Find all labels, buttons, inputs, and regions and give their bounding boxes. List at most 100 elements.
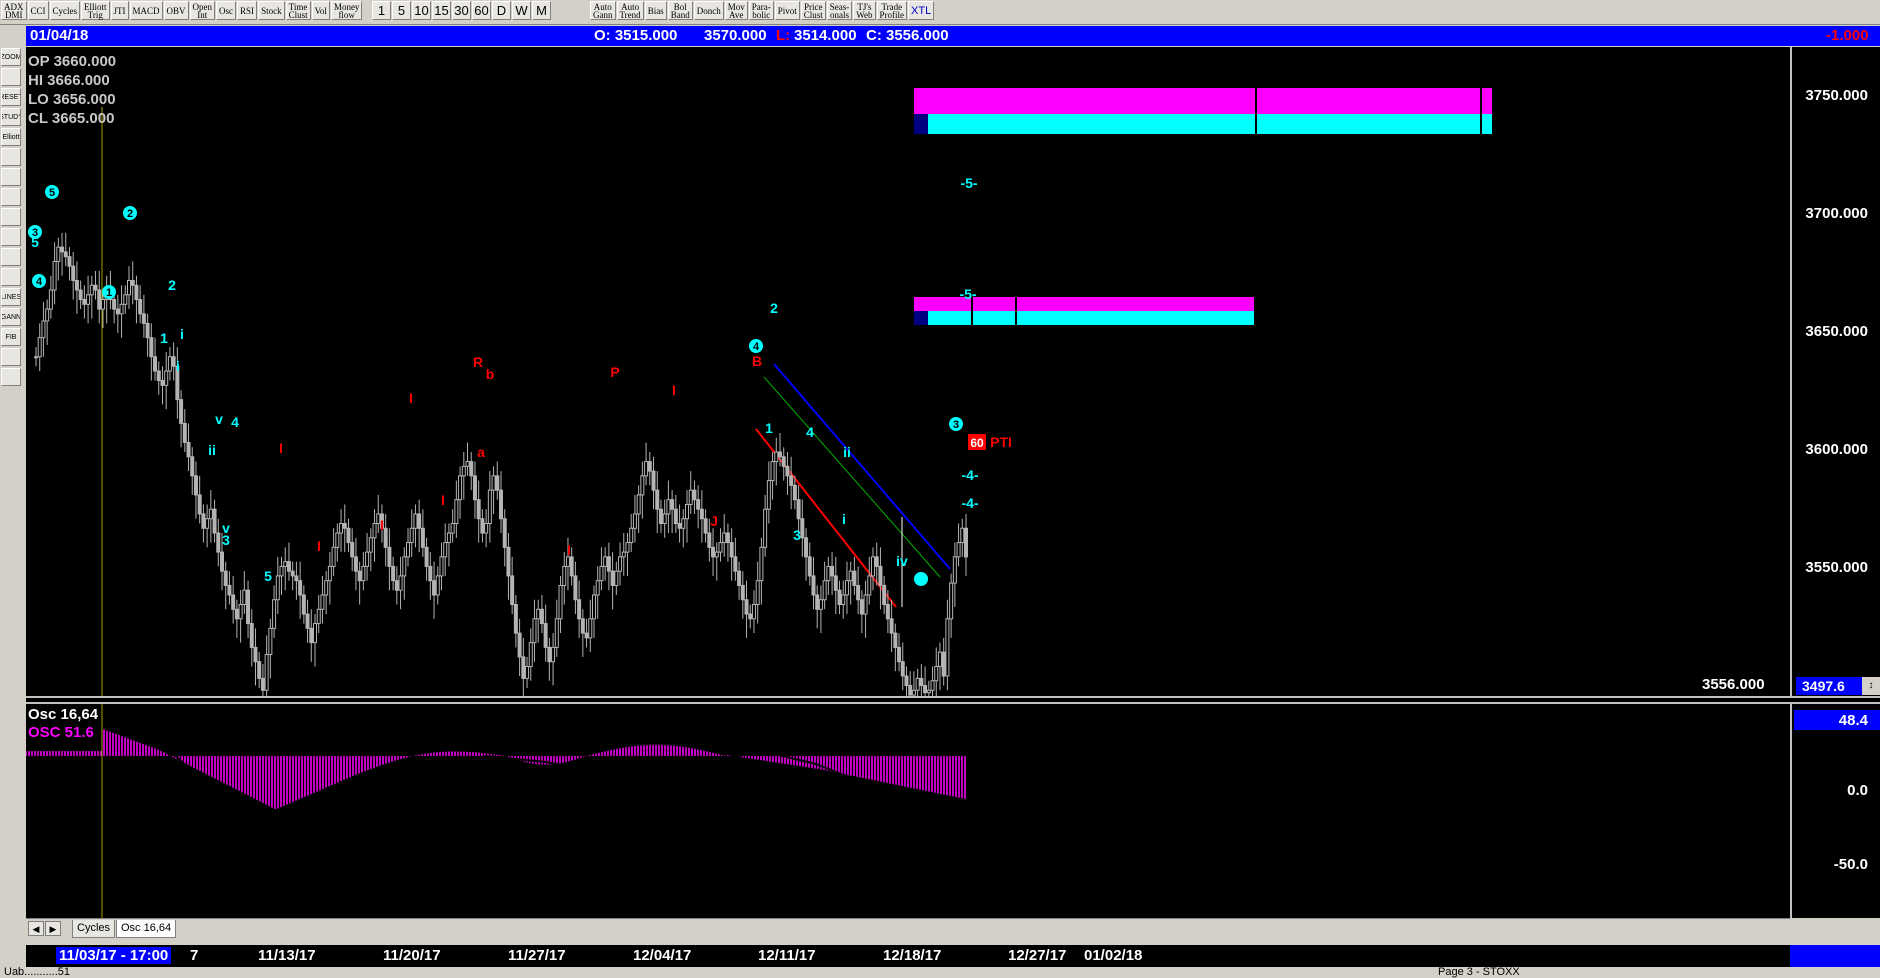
candle-body: [275, 575, 280, 601]
candle-body: [227, 584, 232, 596]
toolbar-button-cycles[interactable]: Cycles: [49, 1, 81, 20]
drawing-tool-button[interactable]: ZOOM: [1, 48, 21, 66]
wave-label-cyan: 3: [793, 527, 801, 543]
candle-body: [599, 565, 604, 582]
drawing-tool-button[interactable]: [1, 348, 21, 366]
toolbar-button-autotrend[interactable]: Auto Trend: [616, 1, 644, 20]
drawing-tool-button[interactable]: [1, 248, 21, 266]
tab-cycles[interactable]: Cycles: [72, 920, 116, 938]
toolbar-button-donch[interactable]: Donch: [693, 1, 724, 20]
toolbar-button-elliotttrig[interactable]: Elliott Trig: [81, 1, 110, 20]
toolbar-button-tjsweb[interactable]: TJ's Web: [853, 1, 876, 20]
drawing-tool-button[interactable]: STUDY: [1, 108, 21, 126]
candle-body: [573, 575, 578, 601]
candle-body: [699, 508, 704, 520]
toolbar-button-movave[interactable]: Mov Ave: [724, 1, 748, 20]
toolbar-button-openint[interactable]: Open Int: [189, 1, 216, 20]
wave-label-cyan: i: [176, 358, 180, 374]
tab-scroll-right-icon[interactable]: ▶: [45, 921, 61, 936]
toolbar-button-osc[interactable]: Osc: [216, 1, 237, 20]
candle-body: [86, 294, 91, 305]
target-zone-navy: [914, 311, 928, 325]
oscillator-axis[interactable]: 48.4 0.0 -50.0: [1790, 704, 1880, 918]
wave-label-cyan: 4: [231, 414, 239, 430]
drawing-tool-button[interactable]: RESET: [1, 88, 21, 106]
candle-body: [472, 475, 477, 501]
toolbar-button-1[interactable]: 1: [372, 1, 391, 20]
target-zone-cyan: [928, 311, 1254, 325]
drawing-tool-button[interactable]: [1, 168, 21, 186]
toolbar-button-tradeprofile[interactable]: Trade Profile: [876, 1, 908, 20]
toolbar-button-adxdmi[interactable]: ADX DMI: [1, 1, 27, 20]
toolbar-button-bias[interactable]: Bias: [644, 1, 667, 20]
toolbar-button-rsi[interactable]: RSI: [237, 1, 258, 20]
candle-body: [848, 570, 853, 582]
wave-label-cyan: 4: [806, 424, 814, 440]
toolbar-button-cci[interactable]: CCI: [27, 1, 49, 20]
candle-body: [342, 523, 347, 529]
price-axis[interactable]: 3750.000 3700.000 3650.000 3600.000 3550…: [1790, 47, 1880, 696]
oscillator-panel[interactable]: Osc 16,64 OSC 51.6: [26, 704, 1790, 918]
toolbar-button-15[interactable]: 15: [432, 1, 451, 20]
toolbar-button-jti[interactable]: JTI: [110, 1, 129, 20]
toolbar-button-vol[interactable]: Vol: [311, 1, 330, 20]
wave-label-cyan: 4: [36, 276, 43, 288]
drawing-tool-button[interactable]: FIB: [1, 328, 21, 346]
drawing-tool-button[interactable]: Elliott: [1, 128, 21, 146]
toolbar-button-5[interactable]: 5: [392, 1, 411, 20]
drawing-tool-button[interactable]: [1, 68, 21, 86]
toolbar-button-pivot[interactable]: Pivot: [774, 1, 800, 20]
status-left: Uab...........51: [4, 967, 71, 978]
wave-label-cyan: 1: [160, 330, 168, 346]
candle-body: [391, 565, 396, 582]
toolbar-button-seasonals[interactable]: Seas- onals: [826, 1, 853, 20]
axis-scroll-icon[interactable]: ↕: [1862, 677, 1880, 695]
tab-osc[interactable]: Osc 16,64: [116, 920, 177, 938]
candle-body: [904, 675, 909, 687]
toolbar-button-autogann[interactable]: Auto Gann: [590, 1, 616, 20]
drawing-tool-button[interactable]: [1, 208, 21, 226]
candle-body: [547, 646, 552, 663]
date-first-suffix: 7: [190, 947, 199, 964]
toolbar-button-priceclust[interactable]: Price Clust: [800, 1, 826, 20]
toolbar-button-parabolic[interactable]: Para- bolic: [748, 1, 774, 20]
candle-body: [506, 546, 511, 577]
candle-body: [781, 456, 786, 467]
panel-divider[interactable]: [26, 696, 1880, 704]
toolbar-button-m[interactable]: M: [532, 1, 551, 20]
tab-scroll-left-icon[interactable]: ◀: [28, 921, 44, 936]
candle-body: [606, 556, 611, 572]
wave-label-cyan: -4-: [961, 467, 978, 483]
toolbar-button-30[interactable]: 30: [452, 1, 471, 20]
toolbar-button-moneyflow[interactable]: Money flow: [330, 1, 363, 20]
candle-body: [670, 499, 675, 510]
drawing-tool-button[interactable]: [1, 268, 21, 286]
wave-label-cyan: -5-: [959, 286, 976, 302]
toolbar-button-10[interactable]: 10: [412, 1, 431, 20]
drawing-tool-button[interactable]: [1, 368, 21, 386]
toolbar-button-w[interactable]: W: [512, 1, 531, 20]
toolbar-button-obv[interactable]: OBV: [163, 1, 189, 20]
toolbar-button-d[interactable]: D: [492, 1, 511, 20]
candle-body: [517, 632, 522, 658]
drawing-tool-button[interactable]: [1, 188, 21, 206]
price-chart-panel[interactable]: 5 3 5 4 2 1 2 1 i i v 4 ii v 3 5 2 1 4 3 i ii iv 4 3 -5- -5- -4- -4-…: [26, 47, 1790, 696]
candle-body: [458, 475, 463, 501]
toolbar-button-60[interactable]: 60: [472, 1, 491, 20]
candle-body: [34, 356, 38, 359]
drawing-tool-button[interactable]: LINES: [1, 288, 21, 306]
wave-label-cyan: -4-: [961, 495, 978, 511]
toolbar-button-stock[interactable]: Stock: [258, 1, 285, 20]
candle-body: [97, 289, 102, 310]
toolbar-button-bolband[interactable]: Bol Band: [667, 1, 693, 20]
drawing-tool-button[interactable]: [1, 148, 21, 166]
candle-body: [406, 542, 410, 558]
toolbar-button-timeclust[interactable]: Time Clust: [285, 1, 311, 20]
toolbar-button-xtl[interactable]: XTL: [908, 1, 935, 20]
drawing-tool-button[interactable]: [1, 228, 21, 246]
toolbar-button-macd[interactable]: MACD: [129, 1, 163, 20]
wave-label-cyan: 1: [106, 287, 112, 299]
drawing-tool-button[interactable]: GANN: [1, 308, 21, 326]
candle-body: [740, 584, 745, 601]
candle-body: [778, 451, 782, 458]
